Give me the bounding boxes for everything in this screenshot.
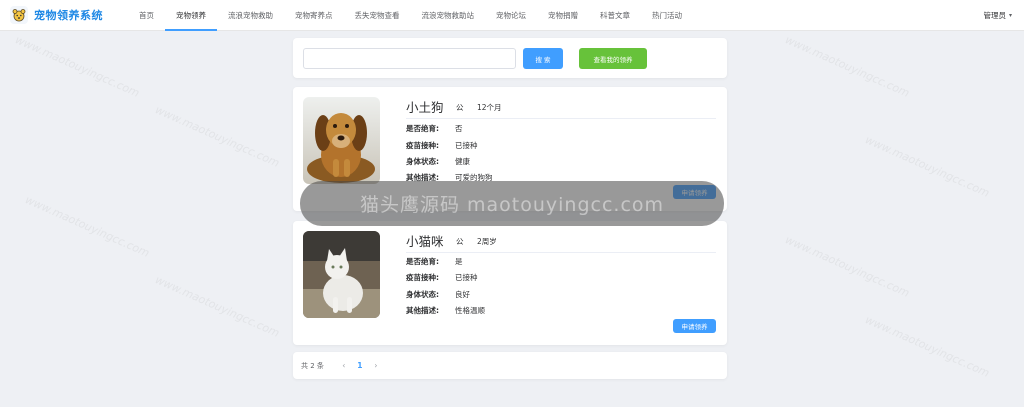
- watermark-tile: www.maotouyingcc.com: [153, 103, 282, 170]
- chevron-right-icon[interactable]: ›: [368, 361, 384, 370]
- info-value: 是: [455, 257, 463, 266]
- info-label: 是否绝育:: [406, 257, 439, 266]
- info-row-health: 身体状态: 良好: [406, 289, 470, 300]
- pet-gender: 公: [456, 237, 464, 246]
- pagination: 共 2 条 ‹ 1 ›: [293, 352, 727, 379]
- nav-item-pet-adoption[interactable]: 宠物领养: [165, 0, 217, 31]
- info-value: 可爱的狗狗: [455, 173, 493, 182]
- search-button[interactable]: 搜 索: [523, 48, 563, 69]
- apply-adoption-button[interactable]: 申请领养: [673, 319, 716, 333]
- info-row-health: 身体状态: 健康: [406, 156, 470, 167]
- info-row-description: 其他描述: 性格温顺: [406, 305, 485, 316]
- info-value: 性格温顺: [455, 306, 485, 315]
- nav-item-stray-rescue[interactable]: 流浪宠物救助: [217, 0, 284, 31]
- nav-item-foster-points[interactable]: 宠物寄养点: [284, 0, 344, 31]
- info-value: 已接种: [455, 273, 478, 282]
- nav-item-donation[interactable]: 宠物捐赠: [537, 0, 589, 31]
- user-name: 管理员: [983, 11, 1006, 20]
- info-label: 其他描述:: [406, 173, 439, 182]
- my-adoption-button[interactable]: 查看我的领养: [579, 48, 647, 69]
- info-row-description: 其他描述: 可爱的狗狗: [406, 172, 493, 183]
- pet-name: 小土狗: [406, 100, 444, 115]
- info-value: 否: [455, 124, 463, 133]
- nav-item-lost-pets[interactable]: 丢失宠物查看: [344, 0, 411, 31]
- main-nav: 首页 宠物领养 流浪宠物救助 宠物寄养点 丢失宠物查看 流浪宠物救助站 宠物论坛…: [128, 0, 693, 31]
- apply-adoption-button[interactable]: 申请领养: [673, 185, 716, 199]
- nav-item-events[interactable]: 热门活动: [641, 0, 693, 31]
- info-label: 疫苗接种:: [406, 141, 439, 150]
- info-row-vaccine: 疫苗接种: 已接种: [406, 140, 478, 151]
- divider: [406, 252, 716, 253]
- watermark-tile: www.maotouyingcc.com: [783, 233, 912, 300]
- pet-photo-cat[interactable]: [303, 231, 380, 318]
- info-row-vaccine: 疫苗接种: 已接种: [406, 272, 478, 283]
- page-number-current[interactable]: 1: [352, 361, 368, 370]
- pet-face-icon: [10, 6, 28, 24]
- nav-item-home[interactable]: 首页: [128, 0, 165, 31]
- info-row-neutered: 是否绝育: 是: [406, 256, 463, 267]
- watermark-tile: www.maotouyingcc.com: [153, 273, 282, 340]
- pet-card: 小猫咪 公 2周岁 是否绝育: 是 疫苗接种: 已接种 身体状态: 良好 其他描…: [293, 221, 727, 345]
- watermark-tile: www.maotouyingcc.com: [13, 33, 142, 100]
- info-value: 已接种: [455, 141, 478, 150]
- nav-item-articles[interactable]: 科普文章: [589, 0, 641, 31]
- search-input[interactable]: [303, 48, 516, 69]
- chevron-down-icon: ▾: [1008, 12, 1012, 19]
- nav-item-forum[interactable]: 宠物论坛: [485, 0, 537, 31]
- info-row-neutered: 是否绝育: 否: [406, 123, 463, 134]
- info-label: 身体状态:: [406, 290, 439, 299]
- top-navbar: 宠物领养系统 首页 宠物领养 流浪宠物救助 宠物寄养点 丢失宠物查看 流浪宠物救…: [0, 0, 1024, 31]
- search-panel: 搜 索 查看我的领养: [293, 38, 727, 78]
- app-title: 宠物领养系统: [34, 9, 103, 22]
- chevron-left-icon[interactable]: ‹: [336, 361, 352, 370]
- pet-name: 小猫咪: [406, 234, 444, 249]
- watermark-tile: www.maotouyingcc.com: [863, 133, 992, 200]
- info-label: 是否绝育:: [406, 124, 439, 133]
- pet-card: 小土狗 公 12个月 是否绝育: 否 疫苗接种: 已接种 身体状态: 健康 其他…: [293, 87, 727, 211]
- info-value: 良好: [455, 290, 470, 299]
- info-label: 疫苗接种:: [406, 273, 439, 282]
- info-label: 身体状态:: [406, 157, 439, 166]
- watermark-tile: www.maotouyingcc.com: [863, 313, 992, 380]
- app-logo[interactable]: 宠物领养系统: [10, 6, 128, 24]
- pet-age: 2周岁: [477, 237, 497, 246]
- info-label: 其他描述:: [406, 306, 439, 315]
- user-menu[interactable]: 管理员 ▾: [983, 0, 1012, 31]
- divider: [406, 118, 716, 119]
- watermark-tile: www.maotouyingcc.com: [783, 33, 912, 100]
- pet-gender: 公: [456, 103, 464, 112]
- nav-item-rescue-stations[interactable]: 流浪宠物救助站: [411, 0, 486, 31]
- info-value: 健康: [455, 157, 470, 166]
- pagination-total: 共 2 条: [301, 361, 324, 370]
- watermark-tile: www.maotouyingcc.com: [23, 193, 152, 260]
- pet-age: 12个月: [477, 103, 502, 112]
- pet-photo-dog[interactable]: [303, 97, 380, 184]
